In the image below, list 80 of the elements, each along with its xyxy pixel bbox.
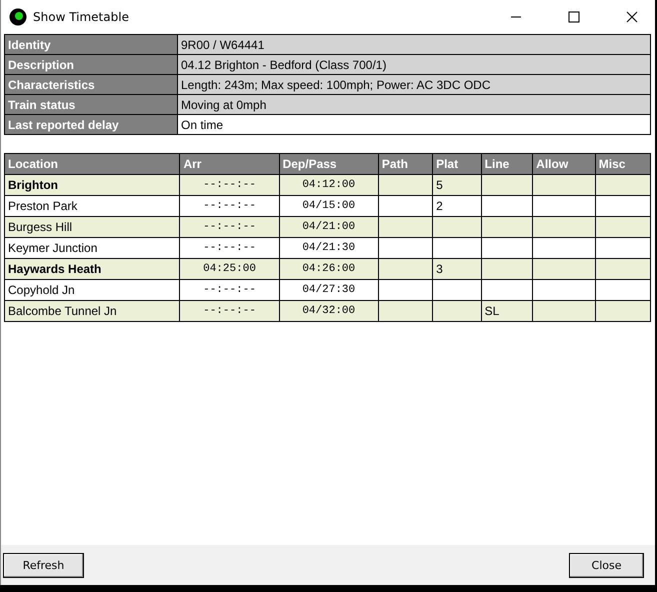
- maximize-icon[interactable]: [568, 11, 580, 23]
- column-header: Dep/Pass: [279, 154, 378, 174]
- table-cell: [481, 280, 533, 300]
- field-label: Train status: [4, 94, 178, 114]
- table-cell: 3: [432, 258, 482, 280]
- table-cell: 5: [432, 174, 482, 196]
- table-cell: --:--:--: [180, 174, 280, 196]
- column-header: Misc: [595, 154, 650, 174]
- table-cell: 04/27:30: [279, 280, 378, 300]
- table-cell: [532, 196, 596, 216]
- table-cell: Balcombe Tunnel Jn: [4, 300, 180, 322]
- table-cell: 04/32:00: [279, 300, 378, 322]
- table-cell: [378, 300, 433, 322]
- field-value: 9R00 / W64441: [178, 34, 650, 54]
- table-cell: [378, 216, 433, 238]
- table-cell: --:--:--: [180, 216, 280, 238]
- table-cell: [481, 196, 533, 216]
- table-cell: [595, 216, 650, 238]
- table-cell: [595, 258, 650, 280]
- app-icon: [9, 8, 27, 26]
- table-cell: 04:12:00: [279, 174, 378, 196]
- field-label: Description: [4, 54, 178, 74]
- table-cell: [432, 238, 482, 258]
- column-header: Plat: [432, 154, 482, 174]
- table-cell: [595, 238, 650, 258]
- table-cell: [595, 174, 650, 196]
- table-cell: --:--:--: [180, 280, 280, 300]
- field-value: 04.12 Brighton - Bedford (Class 700/1): [178, 54, 650, 74]
- field-value: Length: 243m; Max speed: 100mph; Power: AC 3DC ODC: [178, 74, 650, 94]
- table-cell: 04:26:00: [279, 258, 378, 280]
- table-cell: [432, 280, 482, 300]
- table-cell: [432, 300, 482, 322]
- field-label: Characteristics: [4, 74, 178, 94]
- refresh-button[interactable]: Refresh: [3, 552, 84, 578]
- table-cell: 04/15:00: [279, 196, 378, 216]
- table-cell: 04/21:00: [279, 216, 378, 238]
- table-cell: [595, 280, 650, 300]
- table-cell: [378, 238, 433, 258]
- table-cell: [595, 196, 650, 216]
- table-cell: [532, 300, 596, 322]
- table-cell: Copyhold Jn: [4, 280, 180, 300]
- column-header: Arr: [180, 154, 280, 174]
- table-cell: [378, 280, 433, 300]
- table-cell: [481, 238, 533, 258]
- close-button[interactable]: Close: [569, 552, 644, 578]
- table-cell: 04:25:00: [180, 258, 280, 280]
- window-title: Show Timetable: [33, 10, 129, 24]
- table-cell: --:--:--: [180, 196, 280, 216]
- table-cell: [595, 300, 650, 322]
- table-cell: [378, 258, 433, 280]
- table-cell: Keymer Junction: [4, 238, 180, 258]
- table-cell: [481, 216, 533, 238]
- table-cell: [532, 238, 596, 258]
- table-cell: 2: [432, 196, 482, 216]
- table-cell: 04/21:30: [279, 238, 378, 258]
- column-header: Allow: [532, 154, 596, 174]
- table-cell: [532, 280, 596, 300]
- table-cell: [481, 258, 533, 280]
- table-cell: Brighton: [4, 174, 180, 196]
- field-value: On time: [178, 114, 650, 134]
- table-cell: [532, 258, 596, 280]
- column-header: Line: [481, 154, 533, 174]
- column-header: Location: [4, 154, 180, 174]
- table-cell: Burgess Hill: [4, 216, 180, 238]
- close-icon[interactable]: [626, 11, 638, 23]
- table-cell: [378, 196, 433, 216]
- table-cell: [532, 174, 596, 196]
- field-label: Identity: [4, 34, 178, 54]
- table-cell: [481, 174, 533, 196]
- table-cell: [532, 216, 596, 238]
- table-cell: --:--:--: [180, 238, 280, 258]
- field-label: Last reported delay: [4, 114, 178, 134]
- table-cell: [378, 174, 433, 196]
- table-cell: Haywards Heath: [4, 258, 180, 280]
- column-header: Path: [378, 154, 433, 174]
- field-value: Moving at 0mph: [178, 94, 650, 114]
- table-cell: SL: [481, 300, 533, 322]
- table-cell: [432, 216, 482, 238]
- table-cell: Preston Park: [4, 196, 180, 216]
- table-cell: --:--:--: [180, 300, 280, 322]
